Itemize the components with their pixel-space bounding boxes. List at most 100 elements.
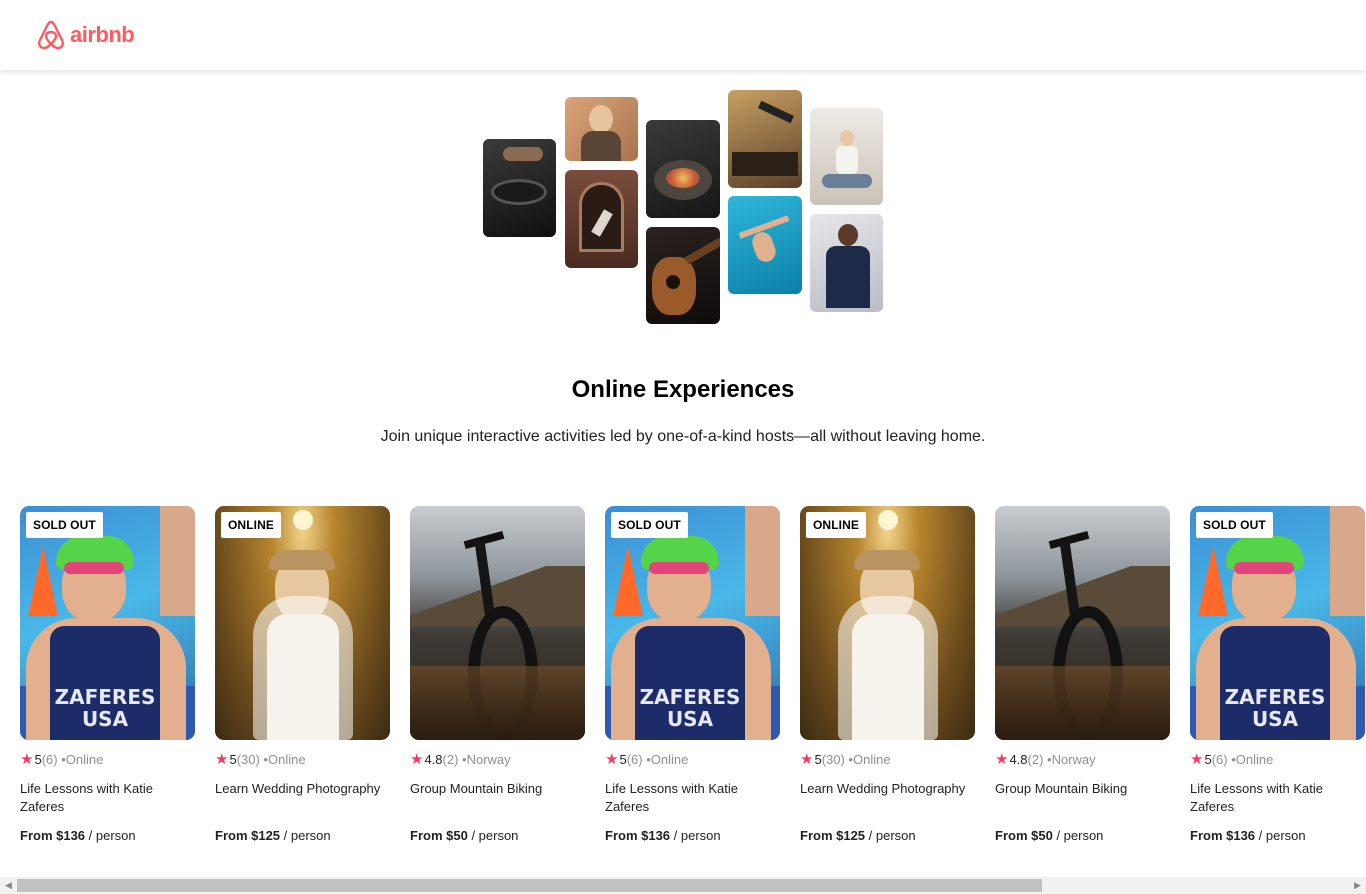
- card-stats: ★ 4.8 (2) • Norway: [410, 750, 511, 768]
- card-price: From $136 / person: [20, 828, 136, 843]
- card-stats: ★ 5 (6) • Online: [605, 750, 688, 768]
- card-stats: ★ 5 (6) • Online: [20, 750, 103, 768]
- card-price: From $136 / person: [1190, 828, 1306, 843]
- hero-photo-guitar: [646, 227, 720, 324]
- hero-photo-dancer: [565, 170, 638, 268]
- card-rating: 5: [34, 751, 42, 767]
- card-location: Online: [852, 751, 891, 767]
- page-subtitle: Join unique interactive activities led b…: [380, 428, 986, 445]
- card-stats: ★ 5 (30) • Online: [800, 750, 891, 768]
- card-photo[interactable]: ONLINE: [800, 506, 975, 740]
- card-photo[interactable]: ZAFERES USA SOLD OUT: [605, 506, 780, 740]
- card-review-count: (30): [236, 751, 260, 767]
- card-price: From $50 / person: [995, 828, 1103, 843]
- card-price: From $125 / person: [215, 828, 331, 843]
- experience-card[interactable]: ZAFERES USA SOLD OUT ★ 5 (6) • Online Life Less…: [605, 506, 780, 851]
- card-status-badge: ONLINE: [806, 512, 866, 538]
- experience-card[interactable]: ZAFERES USA SOLD OUT ★ 5 (6) • Online Life Less…: [1190, 506, 1365, 851]
- card-rating: 4.8: [424, 751, 443, 767]
- card-review-count: (6): [41, 751, 58, 767]
- card-price-amount: From $50: [410, 828, 468, 843]
- card-price-amount: From $125: [215, 828, 281, 843]
- star-icon: ★: [20, 751, 34, 768]
- page-title: Online Experiences: [571, 376, 795, 403]
- card-dot-separator: •: [57, 751, 66, 767]
- scroll-right-arrow-icon[interactable]: ▶: [1349, 877, 1366, 894]
- card-price-amount: From $136: [605, 828, 671, 843]
- card-photo[interactable]: [410, 506, 585, 740]
- card-price-unit: / person: [1258, 828, 1306, 843]
- card-price-amount: From $136: [20, 828, 86, 843]
- card-review-count: (30): [821, 751, 845, 767]
- card-price-amount: From $50: [995, 828, 1053, 843]
- card-location: Online: [65, 751, 104, 767]
- card-price-unit: / person: [88, 828, 136, 843]
- card-location: Online: [650, 751, 689, 767]
- card-rating: 4.8: [1009, 751, 1028, 767]
- brand-name: airbnb: [70, 22, 135, 47]
- card-title[interactable]: Group Mountain Biking: [995, 780, 1170, 798]
- hero-photo-yoga: [810, 108, 883, 205]
- card-photo[interactable]: ZAFERES USA SOLD OUT: [1190, 506, 1365, 740]
- card-price-unit: / person: [868, 828, 916, 843]
- card-location: Online: [1235, 751, 1274, 767]
- card-title[interactable]: Life Lessons with Katie Zaferes: [605, 780, 780, 816]
- experience-card[interactable]: ZAFERES USA SOLD OUT ★ 5 (6) • Online Life Less…: [20, 506, 195, 851]
- card-price: From $136 / person: [605, 828, 721, 843]
- card-title[interactable]: Life Lessons with Katie Zaferes: [1190, 780, 1365, 816]
- star-icon: ★: [800, 751, 814, 768]
- card-title[interactable]: Group Mountain Biking: [410, 780, 585, 798]
- star-icon: ★: [605, 751, 619, 768]
- card-title[interactable]: Learn Wedding Photography: [800, 780, 975, 798]
- hero-photo-cooking: [483, 139, 556, 237]
- card-rating: 5: [229, 751, 237, 767]
- card-photo[interactable]: [995, 506, 1170, 740]
- card-photo[interactable]: ZAFERES USA SOLD OUT: [20, 506, 195, 740]
- card-dot-separator: •: [844, 751, 853, 767]
- hero-photo-swimmer: [728, 196, 802, 294]
- card-location: Norway: [1051, 751, 1096, 767]
- card-dot-separator: •: [259, 751, 268, 767]
- hero-photo-musician: [810, 214, 883, 312]
- card-dot-separator: •: [1043, 751, 1052, 767]
- card-price-unit: / person: [283, 828, 331, 843]
- card-photo[interactable]: ONLINE: [215, 506, 390, 740]
- card-dot-separator: •: [642, 751, 651, 767]
- card-stats: ★ 5 (6) • Online: [1190, 750, 1273, 768]
- top-navbar: airbnb: [0, 0, 1366, 70]
- card-title[interactable]: Life Lessons with Katie Zaferes: [20, 780, 195, 816]
- card-price-unit: / person: [673, 828, 721, 843]
- card-rating: 5: [619, 751, 627, 767]
- card-price-amount: From $136: [1190, 828, 1256, 843]
- scrollbar-thumb[interactable]: [17, 879, 1042, 892]
- experience-card[interactable]: ONLINE ★ 5 (30) • Online Learn Wedding Photog…: [800, 506, 975, 851]
- star-icon: ★: [995, 751, 1009, 768]
- card-review-count: (2): [1027, 751, 1044, 767]
- card-status-badge: SOLD OUT: [1196, 512, 1273, 538]
- experience-card[interactable]: ONLINE ★ 5 (30) • Online Learn Wedding Photog…: [215, 506, 390, 851]
- card-rating: 5: [814, 751, 822, 767]
- card-rating: 5: [1204, 751, 1212, 767]
- star-icon: ★: [410, 751, 424, 768]
- card-price: From $125 / person: [800, 828, 916, 843]
- card-status-badge: SOLD OUT: [611, 512, 688, 538]
- card-stats: ★ 5 (30) • Online: [215, 750, 306, 768]
- card-status-badge: SOLD OUT: [26, 512, 103, 538]
- star-icon: ★: [215, 751, 229, 768]
- card-location: Norway: [466, 751, 511, 767]
- experience-card[interactable]: ★ 4.8 (2) • Norway Group Mountain Biking From…: [995, 506, 1170, 851]
- airbnb-logo-icon: [38, 20, 64, 50]
- card-dot-separator: •: [458, 751, 467, 767]
- card-dot-separator: •: [1227, 751, 1236, 767]
- card-location: Online: [267, 751, 306, 767]
- card-review-count: (6): [626, 751, 643, 767]
- card-title[interactable]: Learn Wedding Photography: [215, 780, 390, 798]
- scroll-left-arrow-icon[interactable]: ◀: [0, 877, 17, 894]
- card-price-unit: / person: [471, 828, 519, 843]
- card-review-count: (2): [442, 751, 459, 767]
- horizontal-scrollbar[interactable]: ◀ ▶: [0, 877, 1366, 894]
- hero-photo-woman-smiling: [565, 97, 638, 161]
- experience-card[interactable]: ★ 4.8 (2) • Norway Group Mountain Biking From…: [410, 506, 585, 851]
- hero-photo-singer-mic: [728, 90, 802, 188]
- airbnb-logo[interactable]: airbnb: [36, 19, 135, 51]
